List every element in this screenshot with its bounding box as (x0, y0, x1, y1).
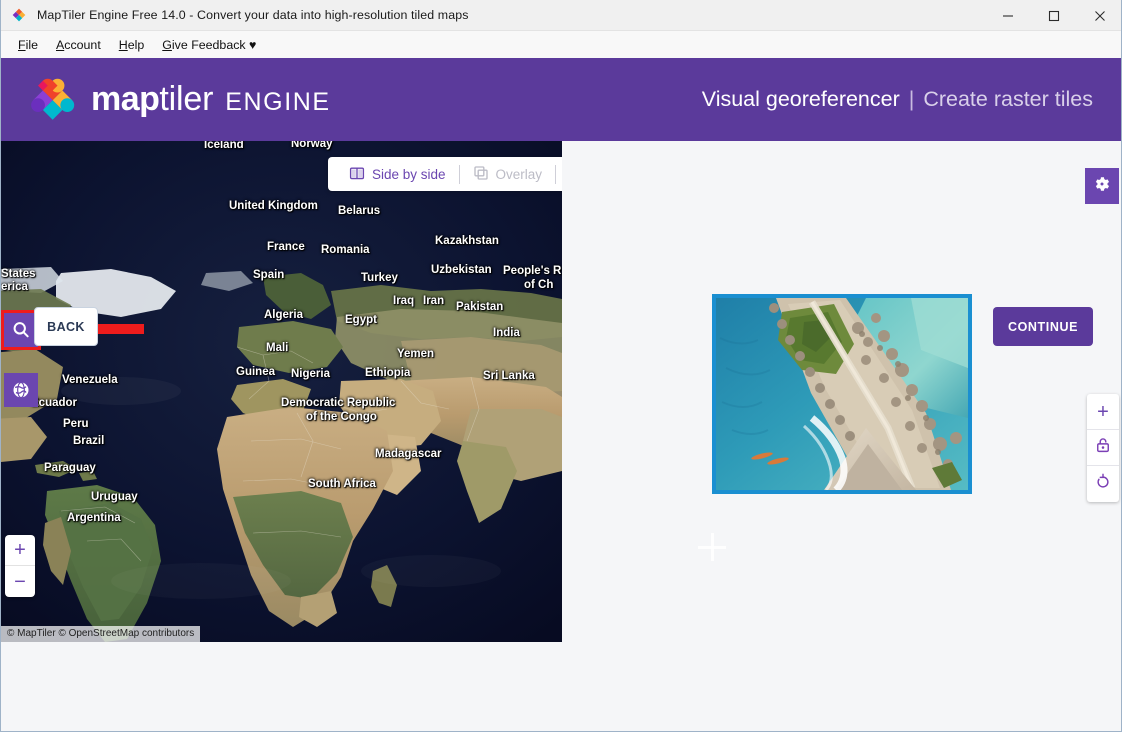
tab-label: Side by side (372, 166, 446, 182)
overlay-icon (473, 165, 489, 184)
window-title: MapTiler Engine Free 14.0 - Convert your… (37, 8, 469, 22)
menu-accel: G (162, 37, 172, 52)
image-transform-controls: + (1087, 394, 1119, 502)
tab-overlay[interactable]: Overlay (460, 157, 556, 191)
menu-accel: F (18, 37, 26, 52)
image-workspace[interactable]: + (562, 141, 1121, 642)
tab-side-by-side[interactable]: Side by side (336, 157, 459, 191)
page-title-sub: Create raster tiles (923, 87, 1093, 111)
gear-icon (1093, 175, 1111, 198)
lock-icon (1094, 436, 1112, 459)
menu-item-account[interactable]: Account (47, 35, 110, 55)
image-lock-button[interactable] (1087, 430, 1119, 466)
brand-engine-text: ENGINE (225, 88, 331, 116)
menu-item-file[interactable]: File (9, 35, 47, 55)
rotate-reset-icon (1094, 473, 1112, 496)
main-body: Iceland Norway United Kingdom Belarus France… (1, 141, 1121, 731)
maximize-button[interactable] (1031, 0, 1077, 31)
window-titlebar: MapTiler Engine Free 14.0 - Convert your… (1, 0, 1121, 31)
map-search-button[interactable] (4, 313, 38, 347)
world-satellite-map (1, 141, 562, 642)
brand-tiler-text: tiler (159, 80, 214, 118)
image-reset-rotation-button[interactable] (1087, 466, 1119, 502)
menubar: File Account Help Give Feedback ♥ (1, 31, 1121, 58)
menu-label: ile (25, 37, 38, 52)
maptiler-diamond-logo (29, 77, 75, 123)
map-attribution: © MapTiler © OpenStreetMap contributors (1, 626, 201, 642)
brand: map tiler ENGINE (29, 77, 331, 123)
page-title-separator: | (908, 87, 915, 111)
plus-icon: + (1097, 400, 1109, 423)
map-zoom-in-button[interactable]: + (5, 535, 35, 566)
menu-label: ive Feedback ♥ (171, 37, 257, 52)
menu-label: ccount (64, 37, 101, 52)
menu-item-help[interactable]: Help (110, 35, 154, 55)
map-zoom-out-button[interactable]: − (5, 566, 35, 597)
close-button[interactable] (1077, 0, 1121, 31)
menu-accel: A (55, 37, 65, 52)
brand-wordmark: map tiler ENGINE (91, 80, 331, 119)
menu-accel: H (118, 37, 128, 52)
back-button[interactable]: BACK (34, 307, 98, 346)
georeference-source-image[interactable] (712, 294, 972, 494)
wizard-footer (1, 642, 1121, 731)
aerial-photo (716, 298, 968, 490)
minimize-button[interactable] (985, 0, 1031, 31)
settings-button[interactable] (1085, 168, 1119, 204)
side-by-side-icon (349, 165, 365, 184)
window-controls (985, 0, 1121, 31)
menu-label: elp (127, 37, 145, 52)
globe-icon (11, 380, 31, 400)
continue-button[interactable]: CONTINUE (993, 307, 1093, 346)
app-window: MapTiler Engine Free 14.0 - Convert your… (0, 0, 1122, 732)
menu-item-give-feedback[interactable]: Give Feedback ♥ (153, 35, 265, 55)
map-pane[interactable]: Iceland Norway United Kingdom Belarus France… (1, 141, 562, 642)
map-globe-button[interactable] (4, 373, 38, 407)
brand-map-text: map (91, 80, 160, 118)
page-title-main: Visual georeferencer (701, 87, 900, 111)
tab-label: Overlay (495, 166, 543, 182)
map-zoom-controls: + − (5, 535, 35, 597)
search-icon (11, 320, 31, 340)
brand-header: map tiler ENGINE Visual georeferencer | … (1, 58, 1121, 141)
maptiler-logo-icon (11, 7, 27, 23)
image-zoom-in-button[interactable]: + (1087, 394, 1119, 430)
crosshair-marker (698, 533, 726, 561)
page-title: Visual georeferencer | Create raster til… (702, 87, 1093, 112)
